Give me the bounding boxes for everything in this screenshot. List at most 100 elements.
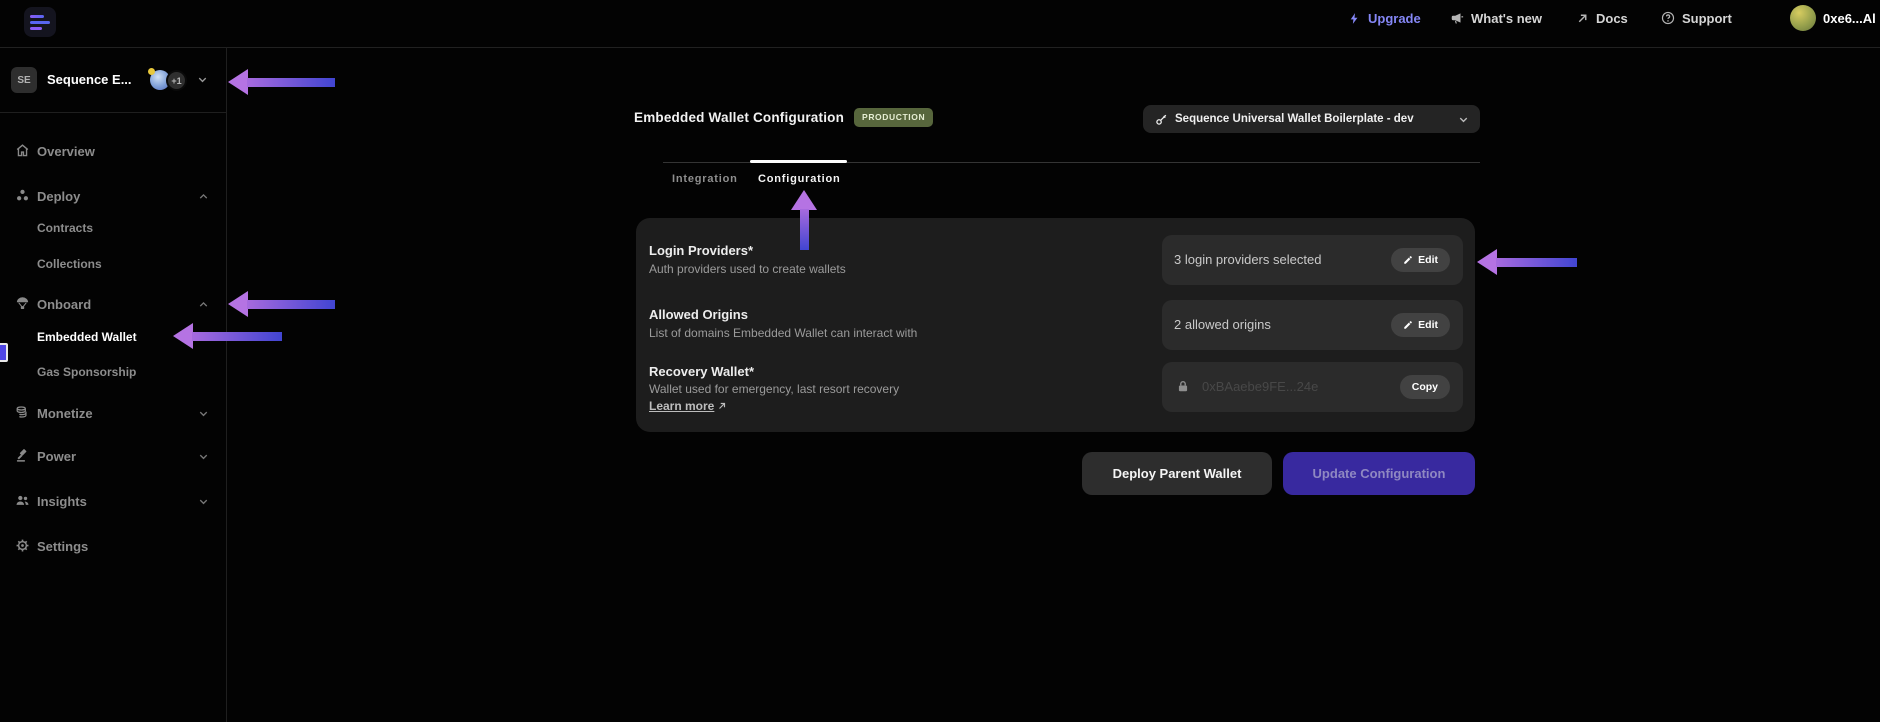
project-initials-badge: SE (11, 67, 37, 93)
learn-more-link[interactable]: Learn more (649, 399, 727, 413)
arrow-shaft (247, 299, 335, 309)
sidebar-item-label: Gas Sponsorship (37, 365, 137, 379)
login-providers-edit-button[interactable]: Edit (1391, 248, 1450, 272)
allowed-origins-edit-button[interactable]: Edit (1391, 313, 1450, 337)
edge-selection-artifact (0, 343, 8, 362)
login-providers-desc: Auth providers used to create wallets (649, 262, 846, 276)
lock-icon (1176, 379, 1190, 399)
arrow-shaft (247, 77, 335, 87)
edit-label: Edit (1418, 319, 1438, 331)
sidebar-item-label: Overview (37, 143, 95, 159)
recovery-wallet-desc: Wallet used for emergency, last resort r… (649, 382, 900, 396)
sidebar-item-collections[interactable]: Collections (0, 254, 226, 274)
copy-button[interactable]: Copy (1399, 375, 1450, 399)
sidebar-item-label: Onboard (37, 296, 92, 312)
allowed-origins-desc: List of domains Embedded Wallet can inte… (649, 326, 918, 340)
sidebar-item-settings[interactable]: Settings (0, 536, 226, 556)
arrow-head (1477, 249, 1497, 275)
account-avatar (1790, 5, 1816, 31)
tab-configuration[interactable]: Configuration (758, 173, 841, 185)
arrow-shaft (192, 331, 282, 341)
chevron-up-icon (197, 190, 210, 208)
topbar-divider (0, 47, 1880, 48)
tab-integration[interactable]: Integration (672, 173, 738, 185)
app-screen: Upgrade What's new Docs Support 0xe6...A… (0, 0, 1880, 722)
arrow-shaft (1496, 257, 1577, 267)
arrow-head (173, 323, 193, 349)
page-header: Embedded Wallet Configuration PRODUCTION (634, 108, 934, 127)
copy-label: Copy (1411, 381, 1438, 393)
upgrade-label: Upgrade (1368, 10, 1421, 26)
pencil-icon (1404, 256, 1412, 264)
sidebar-item-label: Contracts (37, 221, 94, 235)
upgrade-button[interactable]: Upgrade (1348, 5, 1421, 31)
support-link[interactable]: Support (1661, 5, 1732, 31)
sidebar-item-deploy[interactable]: Deploy (0, 186, 226, 206)
sequence-logo-icon[interactable] (24, 7, 56, 37)
sidebar-divider (226, 47, 227, 722)
arrow-up-right-icon (1578, 14, 1587, 22)
allowed-origins-value-box: 2 allowed origins Edit (1162, 300, 1463, 350)
active-tab-indicator (750, 160, 847, 163)
sidebar-item-gas-sponsorship[interactable]: Gas Sponsorship (0, 362, 226, 382)
sidebar-item-label: Power (37, 448, 77, 464)
sidebar-item-power[interactable]: Power (0, 446, 226, 466)
docs-label: Docs (1596, 10, 1628, 26)
deploy-cluster-icon (15, 188, 30, 203)
sidebar-item-onboard[interactable]: Onboard (0, 294, 226, 314)
bolt-icon (1350, 12, 1358, 24)
users-icon (15, 493, 30, 508)
project-name: Sequence E... (47, 72, 132, 87)
sidebar-item-label: Insights (37, 493, 87, 509)
arrow-up-right-icon (719, 402, 726, 409)
home-icon (15, 143, 30, 158)
sidebar-item-label: Settings (37, 538, 89, 554)
sidebar-item-label: Deploy (37, 188, 81, 204)
sidebar-item-contracts[interactable]: Contracts (0, 218, 226, 238)
gear-icon (15, 538, 30, 553)
logo-bar (30, 20, 50, 24)
login-providers-value-box: 3 login providers selected Edit (1162, 235, 1463, 285)
project-selector-dropdown[interactable]: Sequence Universal Wallet Boilerplate - … (1143, 105, 1480, 133)
chevron-down-icon (1459, 117, 1468, 122)
whats-new-button[interactable]: What's new (1450, 5, 1542, 31)
coins-icon (15, 405, 30, 420)
allowed-origins-value: 2 allowed origins (1174, 317, 1271, 332)
chevron-down-icon (197, 495, 210, 513)
chevron-down-icon (196, 73, 209, 91)
gavel-icon (15, 448, 30, 463)
arrow-head (791, 190, 817, 210)
notification-dot (148, 68, 155, 75)
whats-new-label: What's new (1471, 10, 1542, 26)
recovery-wallet-title: Recovery Wallet* (649, 364, 755, 379)
chevron-up-icon (197, 298, 210, 316)
sidebar-item-label-active: Embedded Wallet (37, 330, 137, 344)
megaphone-icon (1451, 13, 1464, 24)
project-row-divider (0, 112, 226, 113)
allowed-origins-title: Allowed Origins (649, 307, 748, 322)
project-selector-label: Sequence Universal Wallet Boilerplate - … (1175, 113, 1414, 125)
sidebar-item-label: Collections (37, 257, 102, 271)
recovery-wallet-value-box: 0xBAaebe9FE...24e Copy (1162, 362, 1463, 412)
logo-bar (30, 26, 42, 30)
edit-label: Edit (1418, 254, 1438, 266)
deploy-parent-wallet-button[interactable]: Deploy Parent Wallet (1082, 452, 1272, 495)
sidebar-item-label: Monetize (37, 405, 93, 421)
login-providers-title: Login Providers* (649, 243, 754, 258)
page-title: Embedded Wallet Configuration (634, 109, 845, 125)
sidebar-item-monetize[interactable]: Monetize (0, 403, 226, 423)
sidebar-item-insights[interactable]: Insights (0, 491, 226, 511)
docs-link[interactable]: Docs (1576, 5, 1628, 31)
update-configuration-button[interactable]: Update Configuration (1283, 452, 1475, 495)
account-menu[interactable]: 0xe6...Al (1790, 5, 1876, 31)
project-count-badge: +1 (166, 70, 187, 91)
chevron-down-icon (197, 407, 210, 425)
key-icon (1156, 114, 1167, 125)
question-circle-icon (1661, 11, 1675, 25)
environment-badge: PRODUCTION (854, 108, 934, 127)
arrow-head (228, 291, 248, 317)
learn-more-label: Learn more (649, 399, 715, 413)
project-switcher[interactable]: SE Sequence E... +1 (0, 48, 226, 113)
sidebar-item-overview[interactable]: Overview (0, 141, 226, 161)
account-address: 0xe6...Al (1823, 10, 1876, 26)
